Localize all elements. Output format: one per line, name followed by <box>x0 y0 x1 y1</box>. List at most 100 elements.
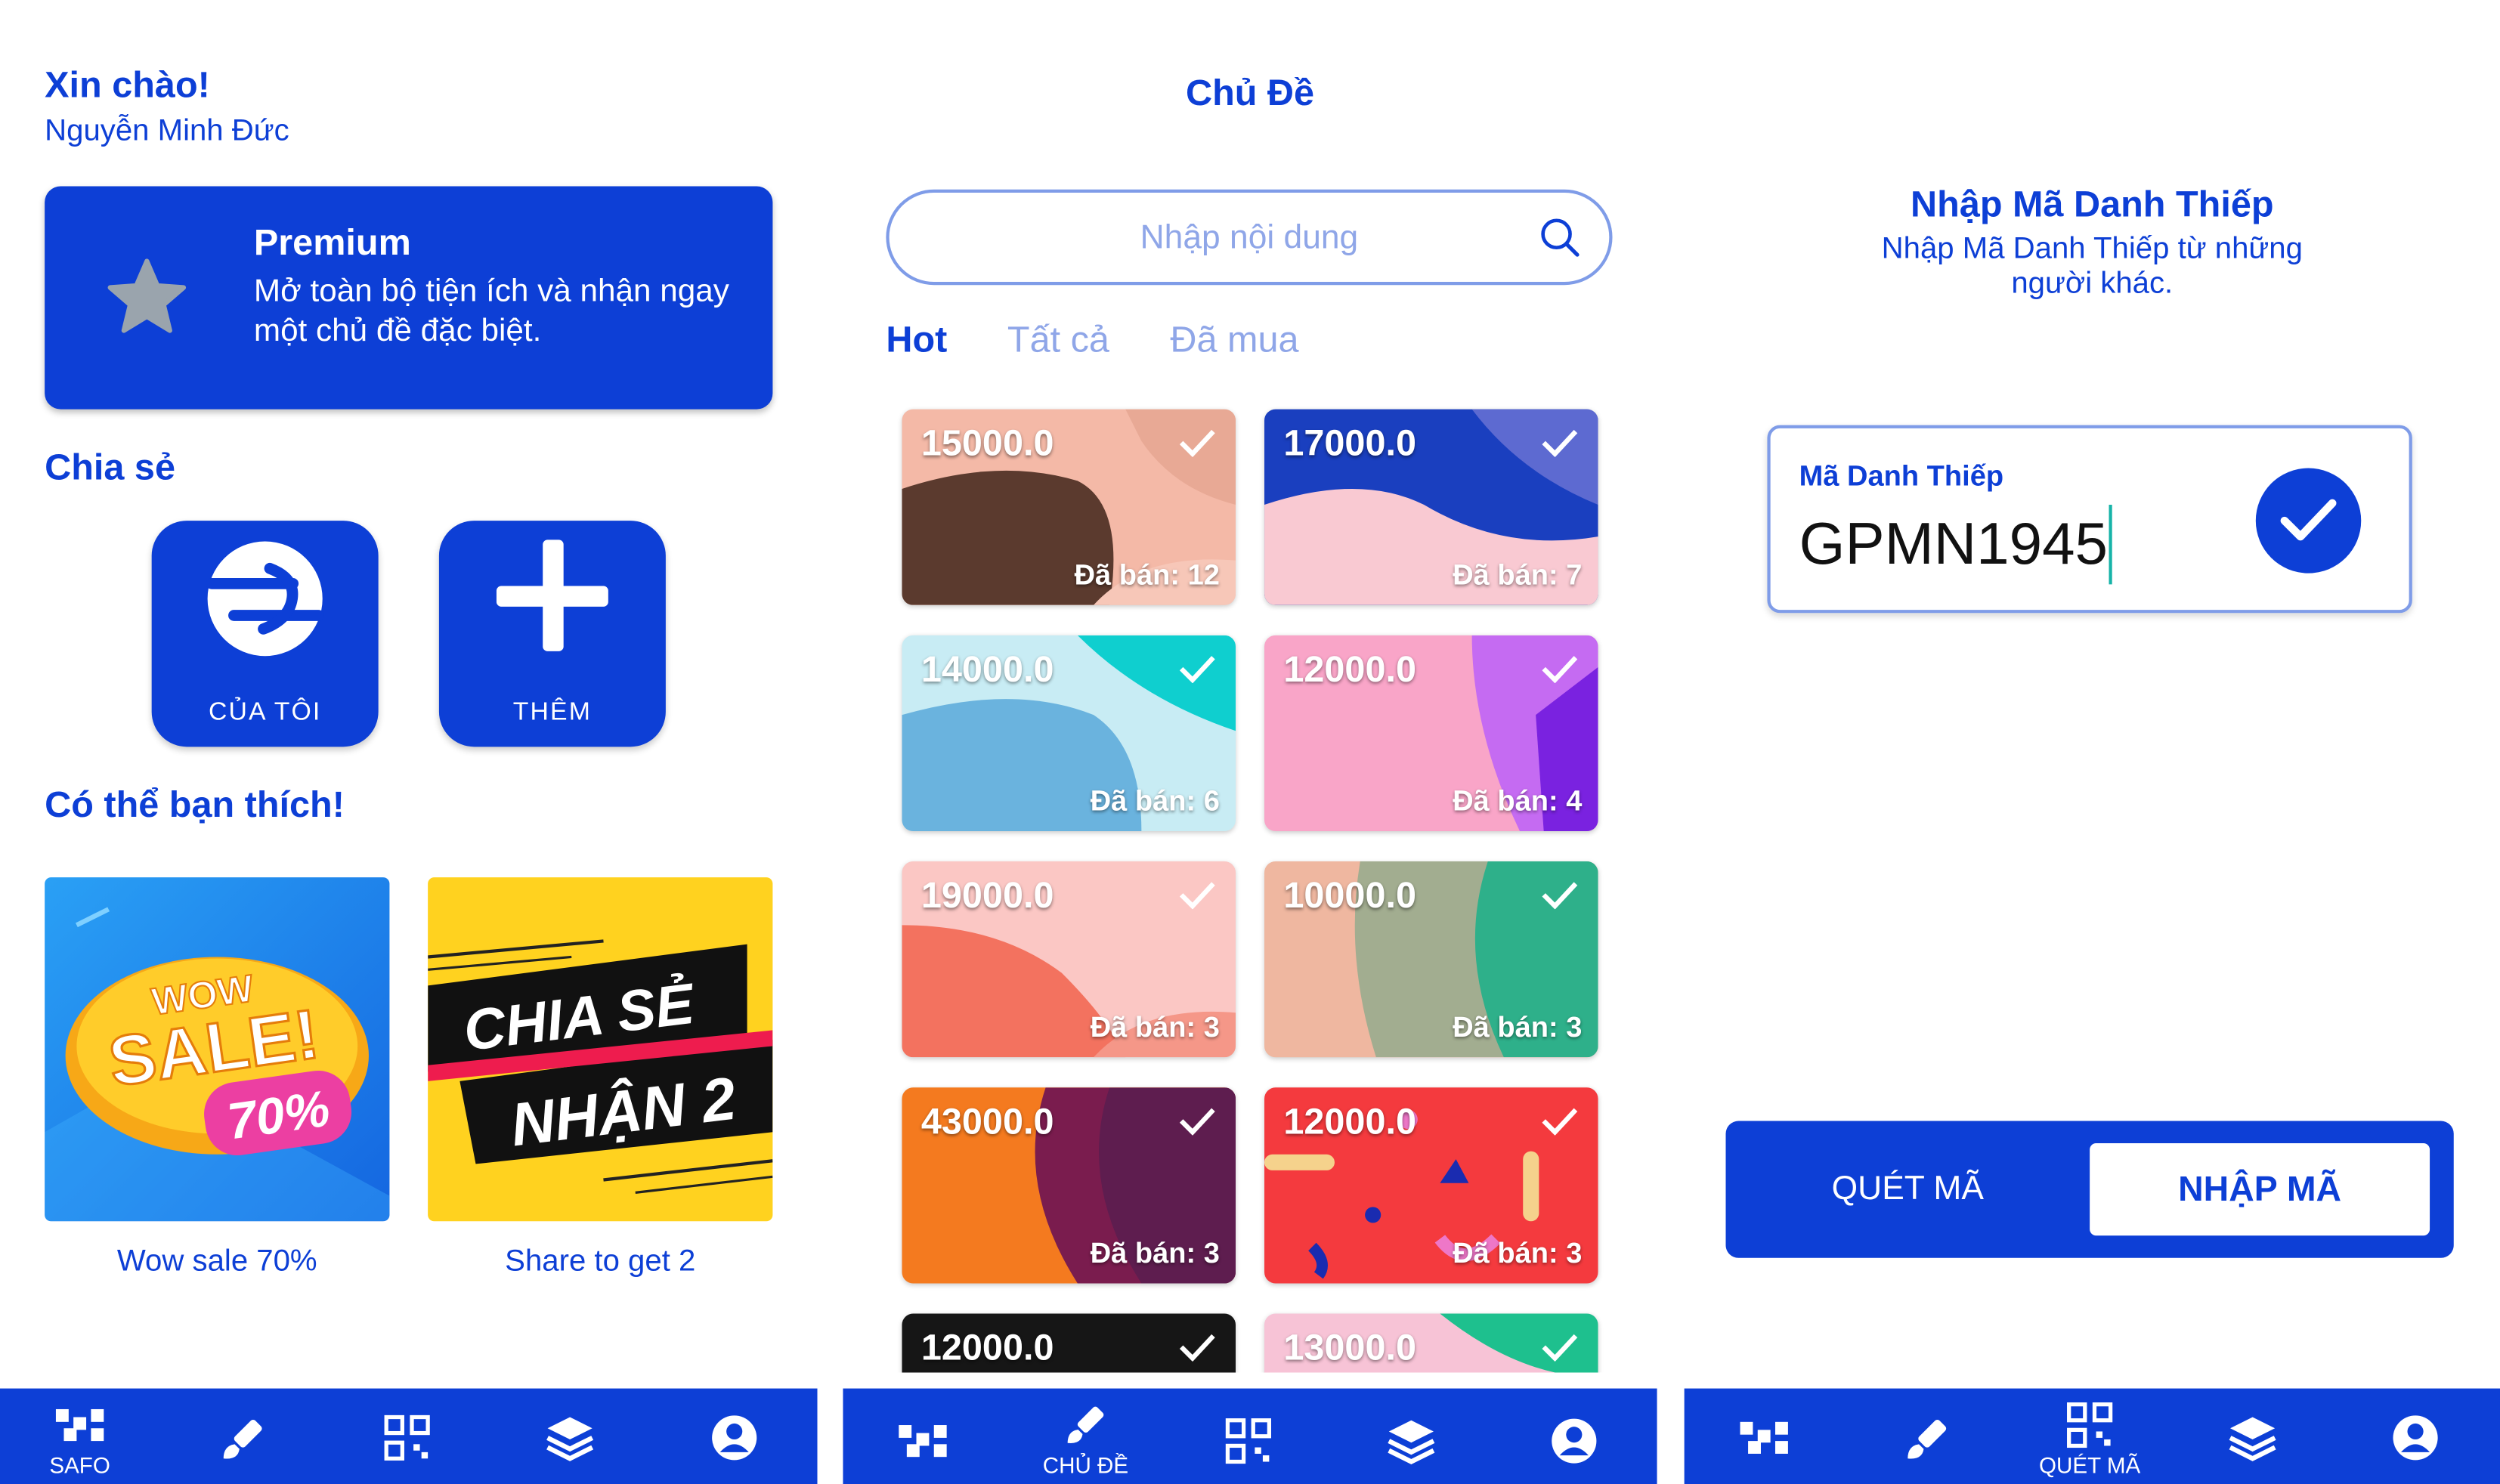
nav-scan[interactable]: QUÉT MÃ <box>2010 1389 2170 1484</box>
nav-layers[interactable] <box>2173 1389 2332 1484</box>
topic-card[interactable]: 17000.0 Đã bán: 7 <box>1264 409 1598 605</box>
tab-all[interactable]: Tất cả <box>1007 318 1109 361</box>
topic-card[interactable]: 12000.0 Đã bán: 3 <box>1264 1087 1598 1284</box>
card-price: 13000.0 <box>1283 1326 1416 1368</box>
card-price: 12000.0 <box>920 1326 1054 1368</box>
card-sold-count: Đã bán: 3 <box>1090 1237 1220 1269</box>
brush-icon <box>1907 1419 1947 1459</box>
screenshot-canvas: Xin chào! Nguyễn Minh Đức Premium Mở toà… <box>0 0 2500 1484</box>
grid-icon <box>55 1408 104 1442</box>
tab-hot[interactable]: Hot <box>886 318 947 361</box>
search-input[interactable]: Nhập nội dung <box>886 189 1613 286</box>
topic-card[interactable]: 19000.0 Đã bán: 3 <box>902 861 1236 1058</box>
nav-scan[interactable] <box>1168 1389 1328 1484</box>
page-description: Nhập Mã Danh Thiếp từ những người khác. <box>1881 232 2303 301</box>
nav-safo[interactable] <box>1685 1389 1844 1484</box>
bottom-nav: CHỦ ĐỀ <box>843 1388 1657 1484</box>
topic-card[interactable]: 12000.0 <box>902 1313 1236 1373</box>
promo-share-art: CHIA SẺ NHẬN 2 <box>428 939 773 1194</box>
promo-wow-sale[interactable]: WOW SALE! 70% <box>45 877 390 1222</box>
layers-icon <box>1388 1420 1435 1465</box>
card-code-field[interactable]: Mã Danh Thiếp GPMN1945 <box>1767 425 2412 614</box>
topic-grid: 15000.0 Đã bán: 12 17000.0 Đã bán: 7 140… <box>843 398 1657 1373</box>
my-share-label: CỦA TÔI <box>208 699 322 726</box>
topic-card[interactable]: 12000.0 Đã bán: 4 <box>1264 635 1598 832</box>
scan-code-tab[interactable]: QUÉT MÃ <box>1726 1121 2090 1258</box>
card-price: 10000.0 <box>1283 873 1416 916</box>
topic-card[interactable]: 10000.0 Đã bán: 3 <box>1264 861 1598 1058</box>
grid-icon <box>1740 1421 1788 1454</box>
nav-topics[interactable] <box>162 1389 322 1484</box>
card-price: 14000.0 <box>920 648 1054 690</box>
confirm-button[interactable] <box>2255 468 2362 574</box>
grid-icon <box>899 1425 947 1458</box>
brush-icon <box>1067 1406 1104 1443</box>
check-icon <box>1542 429 1578 457</box>
check-icon <box>1542 656 1578 684</box>
nav-profile[interactable] <box>2335 1389 2495 1484</box>
topic-card[interactable]: 13000.0 <box>1264 1313 1598 1373</box>
page-title: Chủ Đề <box>1185 71 1315 113</box>
topics-screen: Chủ Đề Nhập nội dung Hot Tất cả Đã mua 1… <box>843 0 1657 1484</box>
qr-icon <box>1225 1418 1271 1464</box>
profile-icon <box>712 1415 757 1461</box>
card-price: 43000.0 <box>920 1100 1054 1142</box>
brush-icon <box>223 1419 262 1459</box>
card-price: 12000.0 <box>1283 1100 1416 1142</box>
nav-layers[interactable] <box>1332 1389 1491 1484</box>
check-icon <box>1542 882 1578 910</box>
tab-purchased[interactable]: Đã mua <box>1170 318 1298 361</box>
topic-card[interactable]: 14000.0 Đã bán: 6 <box>902 635 1236 832</box>
card-price: 17000.0 <box>1283 422 1416 464</box>
nav-topics-label: CHỦ ĐỀ <box>1042 1452 1129 1478</box>
card-code-input[interactable]: GPMN1945 <box>1799 511 2108 578</box>
premium-card[interactable]: Premium Mở toàn bộ tiện ích và nhận ngay… <box>45 186 773 410</box>
nav-profile[interactable] <box>1494 1389 1654 1484</box>
page-title: Nhập Mã Danh Thiếp <box>1911 183 2274 225</box>
nav-topics[interactable] <box>1847 1389 2006 1484</box>
topic-card[interactable]: 15000.0 Đã bán: 12 <box>902 409 1236 605</box>
nav-profile[interactable] <box>654 1389 814 1484</box>
greeting-text: Xin chào! <box>45 63 210 106</box>
add-share-label: THÊM <box>512 699 592 726</box>
enter-code-tab[interactable]: NHẬP MÃ <box>2090 1143 2430 1236</box>
profile-icon <box>1552 1418 1597 1464</box>
home-screen: Xin chào! Nguyễn Minh Đức Premium Mở toà… <box>0 0 818 1484</box>
card-code-label: Mã Danh Thiếp <box>1799 460 2004 493</box>
nav-scan[interactable] <box>327 1389 487 1484</box>
card-price: 12000.0 <box>1283 648 1416 690</box>
topic-card[interactable]: 43000.0 Đã bán: 3 <box>902 1087 1236 1284</box>
suggest-section-title: Có thể bạn thích! <box>45 783 345 825</box>
logo-icon <box>206 541 324 657</box>
nav-safo[interactable] <box>843 1389 1002 1484</box>
check-icon <box>1179 1334 1215 1362</box>
nav-topics[interactable]: CHỦ ĐỀ <box>1006 1389 1165 1484</box>
my-share-button[interactable]: CỦA TÔI <box>151 521 379 747</box>
card-sold-count: Đã bán: 12 <box>1074 558 1220 591</box>
check-icon <box>1179 882 1215 910</box>
card-sold-count: Đã bán: 6 <box>1090 784 1220 818</box>
user-name: Nguyễn Minh Đức <box>45 114 289 148</box>
card-sold-count: Đã bán: 4 <box>1453 784 1583 818</box>
card-sold-count: Đã bán: 7 <box>1453 558 1583 591</box>
card-price: 15000.0 <box>920 422 1054 464</box>
nav-scan-label: QUÉT MÃ <box>2039 1452 2141 1478</box>
profile-icon <box>2393 1415 2438 1461</box>
card-sold-count: Đã bán: 3 <box>1453 1011 1583 1043</box>
nav-safo-label: SAFO <box>49 1452 110 1478</box>
scan-mode-switch: QUÉT MÃ NHẬP MÃ <box>1725 1121 2454 1258</box>
nav-layers[interactable] <box>490 1389 650 1484</box>
text-caret <box>2109 505 2112 585</box>
promo-wow-sale-art: WOW SALE! 70% <box>45 907 390 1222</box>
add-share-button[interactable]: THÊM <box>438 521 666 747</box>
qr-icon <box>384 1414 430 1461</box>
check-icon <box>2280 499 2337 541</box>
layers-icon <box>546 1417 594 1461</box>
search-icon[interactable] <box>1539 217 1580 258</box>
check-icon <box>1179 429 1215 457</box>
premium-description: Mở toàn bộ tiện ích và nhận ngay một chủ… <box>253 274 729 349</box>
plus-icon <box>496 539 608 651</box>
nav-safo[interactable]: SAFO <box>0 1389 159 1484</box>
qr-icon <box>2067 1402 2113 1448</box>
promo-share-get-2[interactable]: CHIA SẺ NHẬN 2 <box>428 877 773 1222</box>
